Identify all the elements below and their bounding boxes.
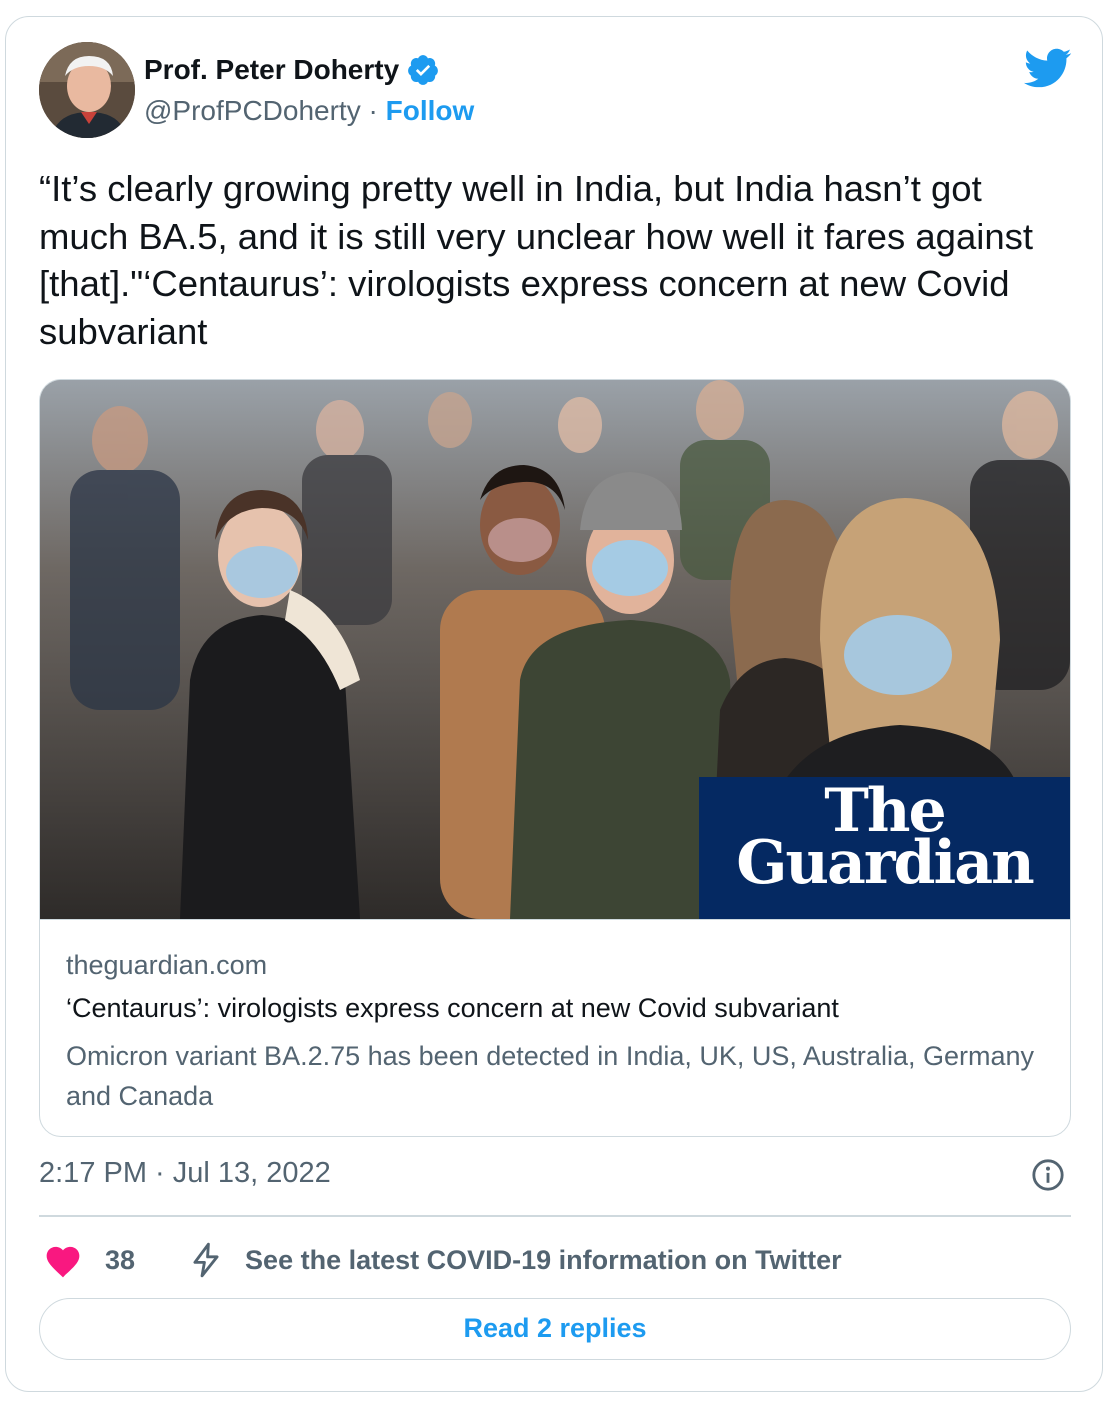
author-name[interactable]: Prof. Peter Doherty [144, 54, 399, 86]
tweet-card: Prof. Peter Doherty @ProfPCDoherty · Fol… [5, 16, 1103, 1392]
divider [39, 1215, 1071, 1217]
author-handle[interactable]: @ProfPCDoherty [144, 95, 361, 126]
guardian-logo: The Guardian [699, 777, 1070, 919]
author-name-row[interactable]: Prof. Peter Doherty [144, 53, 440, 87]
article-photo: The Guardian [40, 380, 1070, 920]
covid-info-link[interactable]: See the latest COVID-19 information on T… [245, 1245, 842, 1276]
separator: · [360, 95, 386, 126]
tweet-text: “It’s clearly growing pretty well in Ind… [39, 168, 1034, 352]
verified-badge-icon [408, 55, 439, 85]
action-bar: 38 See the latest COVID-19 information o… [39, 1235, 1071, 1285]
handle-row: @ProfPCDoherty · Follow [144, 95, 474, 127]
twitter-bird-icon[interactable] [1022, 47, 1072, 89]
link-domain: theguardian.com [66, 950, 268, 980]
like-count[interactable]: 38 [105, 1245, 135, 1276]
heart-icon[interactable] [43, 1242, 83, 1278]
follow-button[interactable]: Follow [386, 95, 475, 126]
avatar[interactable] [39, 42, 135, 138]
read-replies-button[interactable]: Read 2 replies [39, 1298, 1071, 1360]
link-description: Omicron variant BA.2.75 has been detecte… [66, 1041, 1034, 1111]
link-title: ‘Centaurus’: virologists express concern… [66, 993, 839, 1023]
info-icon[interactable] [1031, 1158, 1065, 1192]
tweet-timestamp[interactable]: 2:17 PM · Jul 13, 2022 [39, 1157, 331, 1190]
link-preview-card[interactable]: The Guardian theguardian.com ‘Centaurus’… [39, 379, 1071, 1137]
lightning-bolt-icon [193, 1242, 219, 1278]
